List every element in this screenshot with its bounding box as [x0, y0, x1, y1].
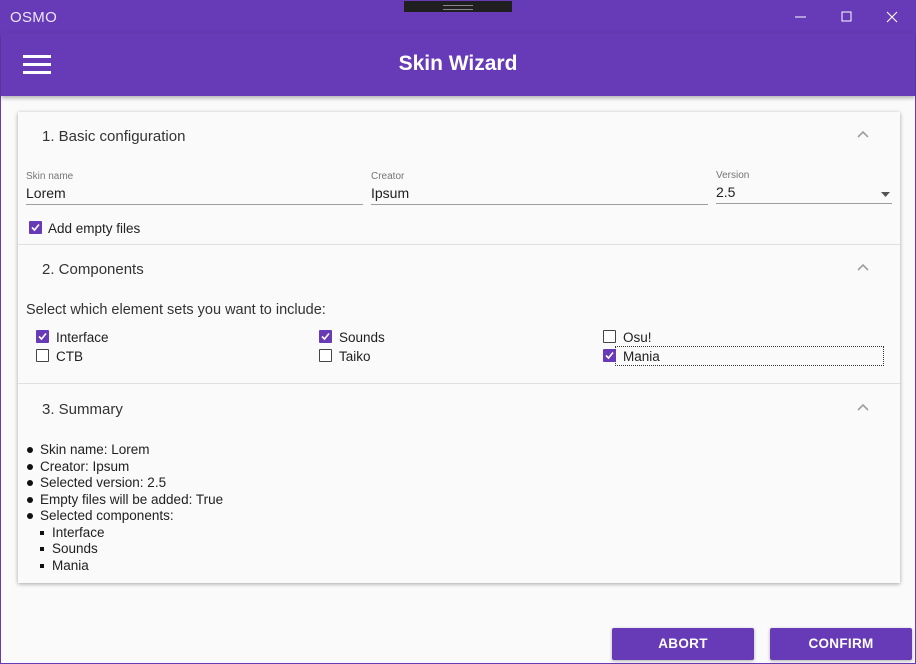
- list-subitem: Sounds: [26, 541, 223, 558]
- checkmark-icon: [38, 332, 47, 341]
- title-bar: OSMO: [1, 1, 915, 33]
- list-subitem: Interface: [26, 525, 223, 542]
- chevron-up-icon: [857, 263, 869, 271]
- creator-input[interactable]: [371, 185, 708, 205]
- skin-name-label: Skin name: [26, 171, 74, 182]
- section-basic-title: 1. Basic configuration: [42, 128, 186, 145]
- list-item: Selected version: 2.5: [26, 475, 223, 492]
- chevron-up-icon: [857, 403, 869, 411]
- window-title: OSMO: [10, 9, 58, 26]
- list-item: Selected components:: [26, 508, 223, 525]
- interface-label: Interface: [56, 330, 109, 345]
- close-button[interactable]: [869, 1, 915, 33]
- add-empty-files-checkbox[interactable]: [29, 221, 42, 234]
- maximize-icon: [841, 11, 852, 22]
- checkmark-icon: [31, 223, 40, 232]
- summary-list: Skin name: Lorem Creator: Ipsum Selected…: [26, 442, 223, 574]
- section-components-title: 2. Components: [42, 261, 144, 278]
- components-instruction: Select which element sets you want to in…: [26, 302, 326, 318]
- section-basic-header[interactable]: 1. Basic configuration: [18, 112, 900, 152]
- minimize-icon: [795, 16, 806, 18]
- abort-button[interactable]: ABORT: [612, 628, 754, 660]
- list-subitem: Mania: [26, 558, 223, 575]
- mania-label: Mania: [623, 349, 660, 364]
- taiko-label: Taiko: [339, 349, 371, 364]
- taiko-checkbox[interactable]: [319, 349, 332, 362]
- sounds-label: Sounds: [339, 330, 385, 345]
- list-item: Creator: Ipsum: [26, 459, 223, 476]
- ctb-checkbox[interactable]: [36, 349, 49, 362]
- section-components-header[interactable]: 2. Components: [18, 245, 900, 285]
- window-drag-handle[interactable]: [404, 1, 512, 12]
- skin-name-input[interactable]: [26, 185, 363, 205]
- section-summary-header[interactable]: 3. Summary: [18, 385, 900, 425]
- list-item: Skin name: Lorem: [26, 442, 223, 459]
- wizard-card: 1. Basic configuration Skin name Creator…: [18, 112, 900, 583]
- confirm-button[interactable]: CONFIRM: [770, 628, 912, 660]
- osu-label: Osu!: [623, 330, 652, 345]
- version-field: Version 2.5: [716, 170, 892, 208]
- osu-checkbox[interactable]: [603, 330, 616, 343]
- interface-checkbox[interactable]: [36, 330, 49, 343]
- app-bar: Skin Wizard: [1, 33, 915, 96]
- skin-name-field: Skin name: [26, 171, 363, 209]
- section-summary-title: 3. Summary: [42, 401, 123, 418]
- mania-checkbox[interactable]: [603, 349, 616, 362]
- maximize-button[interactable]: [824, 1, 870, 33]
- checkmark-icon: [605, 351, 614, 360]
- page-title: Skin Wizard: [398, 52, 518, 75]
- creator-label: Creator: [371, 171, 405, 182]
- add-empty-files-label: Add empty files: [48, 221, 141, 236]
- close-icon: [886, 11, 898, 23]
- list-item: Empty files will be added: True: [26, 492, 223, 509]
- divider: [18, 383, 900, 384]
- app-window: OSMO Skin Wizard 1. Basic configuration …: [0, 0, 916, 664]
- minimize-button[interactable]: [778, 1, 824, 33]
- dropdown-arrow-icon: [881, 192, 890, 197]
- creator-field: Creator: [371, 171, 708, 209]
- version-label: Version: [716, 170, 750, 181]
- sounds-checkbox[interactable]: [319, 330, 332, 343]
- checkmark-icon: [321, 332, 330, 341]
- chevron-up-icon: [857, 130, 869, 138]
- version-select[interactable]: 2.5: [716, 184, 892, 204]
- ctb-label: CTB: [56, 349, 83, 364]
